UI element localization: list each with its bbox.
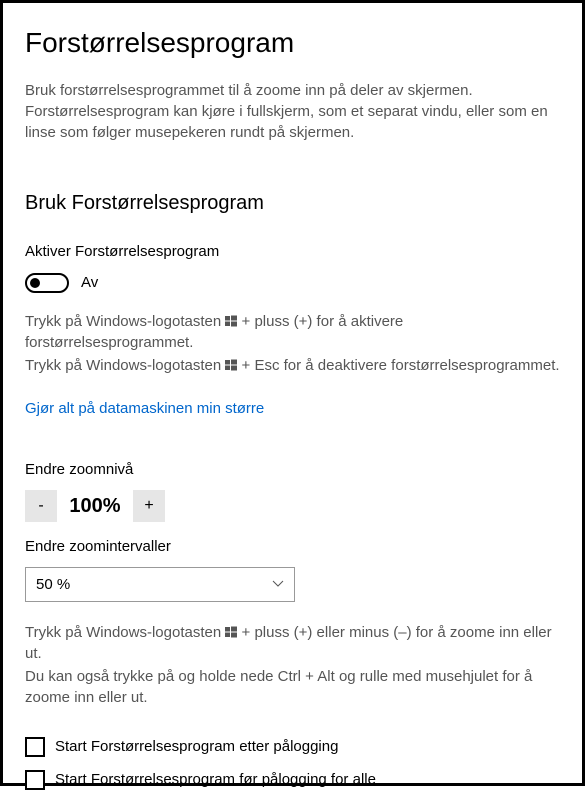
- start-after-login-checkbox-row[interactable]: Start Forstørrelsesprogram etter påloggi…: [25, 736, 560, 757]
- help-zoom-keys: Trykk på Windows-logotasten + pluss (+) …: [25, 622, 560, 664]
- toggle-state-label: Av: [81, 272, 98, 293]
- zoom-in-button[interactable]: +: [133, 490, 165, 522]
- start-after-login-label: Start Forstørrelsesprogram etter påloggi…: [55, 736, 338, 757]
- windows-logo-icon: [225, 626, 237, 638]
- zoom-interval-value: 50 %: [36, 574, 70, 595]
- windows-logo-icon: [225, 315, 237, 327]
- zoom-interval-select[interactable]: 50 %: [25, 567, 295, 602]
- windows-logo-icon: [225, 359, 237, 371]
- chevron-down-icon: [272, 576, 284, 593]
- start-before-login-checkbox[interactable]: [25, 770, 45, 790]
- zoom-level-label: Endre zoomnivå: [25, 459, 560, 480]
- start-before-login-checkbox-row[interactable]: Start Forstørrelsesprogram før pålogging…: [25, 769, 560, 790]
- zoom-value: 100%: [65, 492, 125, 520]
- toggle-knob: [30, 278, 40, 288]
- start-before-login-label: Start Forstørrelsesprogram før pålogging…: [55, 769, 376, 790]
- activate-label: Aktiver Forstørrelsesprogram: [25, 241, 560, 262]
- help-activate: Trykk på Windows-logotasten + pluss (+) …: [25, 311, 560, 353]
- page-title: Forstørrelsesprogram: [25, 23, 560, 62]
- make-everything-bigger-link[interactable]: Gjør alt på datamaskinen min større: [25, 398, 264, 419]
- section-use-heading: Bruk Forstørrelsesprogram: [25, 189, 560, 217]
- help-zoom-scroll: Du kan også trykke på og holde nede Ctrl…: [25, 666, 560, 708]
- activate-toggle[interactable]: [25, 273, 69, 293]
- zoom-out-button[interactable]: -: [25, 490, 57, 522]
- start-after-login-checkbox[interactable]: [25, 737, 45, 757]
- help-deactivate: Trykk på Windows-logotasten + Esc for å …: [25, 355, 560, 376]
- zoom-interval-label: Endre zoomintervaller: [25, 536, 560, 557]
- page-description: Bruk forstørrelsesprogrammet til å zoome…: [25, 80, 560, 143]
